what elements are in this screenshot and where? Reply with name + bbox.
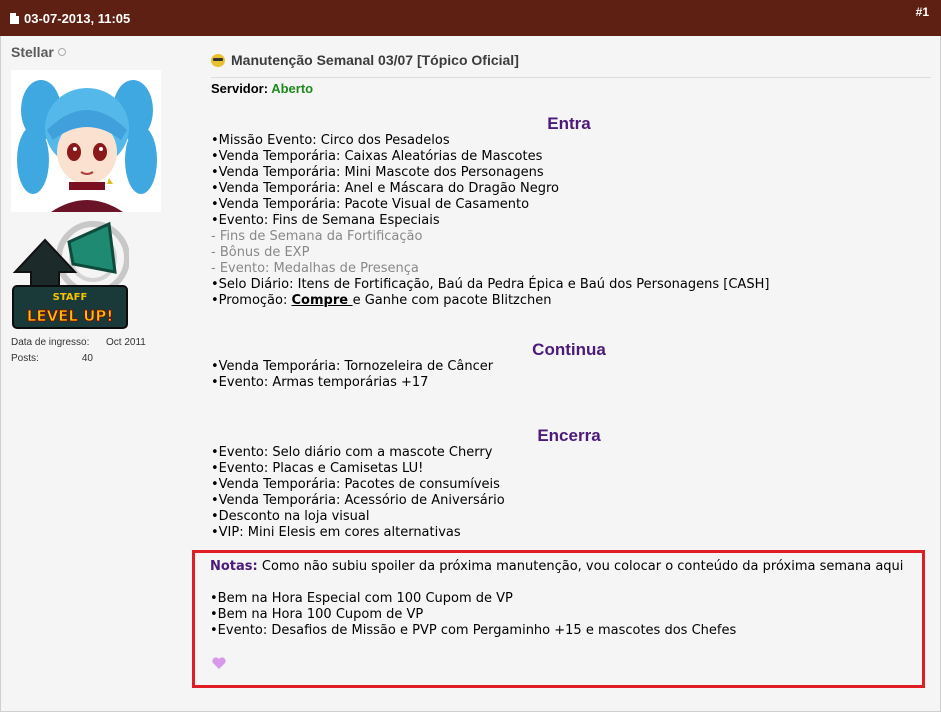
post-title-text: Manutenção Semanal 03/07 [Tópico Oficial…	[231, 52, 519, 68]
list-item: •Venda Temporária: Tornozeleira de Cânce…	[211, 359, 494, 374]
list-item: •Desconto na loja visual	[211, 509, 370, 524]
post-date-text: 03-07-2013, 11:05	[24, 11, 131, 26]
list-item: •Venda Temporária: Acessório de Aniversá…	[211, 493, 505, 508]
list-item: •Venda Temporária: Anel e Máscara do Dra…	[211, 181, 559, 196]
post-header: 03-07-2013, 11:05 #1	[0, 0, 941, 36]
username[interactable]: Stellar	[11, 44, 66, 60]
list-item-promo: •Promoção: Compre e Ganhe com pacote Bli…	[211, 293, 769, 309]
list-item: •VIP: Mini Elesis em cores alternativas	[211, 525, 461, 540]
avatar[interactable]	[11, 70, 161, 212]
list-item: •Evento: Selo diário com a mascote Cherr…	[211, 445, 493, 460]
list-item: •Evento: Desafios de Missão e PVP com Pe…	[210, 623, 737, 638]
notes-label: Notas:	[210, 559, 258, 574]
section-heading-encerra: Encerra	[537, 426, 601, 445]
list-item: •Venda Temporária: Mini Mascote dos Pers…	[211, 165, 544, 180]
title-divider	[211, 77, 931, 78]
join-date-value: Oct 2011	[106, 337, 146, 348]
badge-staff-text: STAFF	[53, 292, 88, 303]
list-subitem: - Bônus de EXP	[211, 245, 310, 260]
staff-rank-badge: STAFF LEVEL UP!	[11, 214, 130, 332]
list-item: •Venda Temporária: Pacote Visual de Casa…	[211, 197, 530, 212]
post-date: 03-07-2013, 11:05	[10, 11, 130, 26]
level-up-badge-image: STAFF LEVEL UP!	[12, 221, 130, 329]
list-item: •Venda Temporária: Pacotes de consumívei…	[211, 477, 500, 492]
user-info: Data de ingresso: Oct 2011 Posts: 40	[11, 337, 146, 369]
section-heading-entra: Entra	[547, 114, 591, 133]
list-item: •Evento: Armas temporárias +17	[211, 375, 429, 390]
list-item: •Evento: Fins de Semana Especiais	[211, 213, 440, 228]
posts-count: 40	[81, 353, 93, 364]
list-item: •Bem na Hora 100 Cupom de VP	[210, 607, 424, 622]
notes-content: Notas: Como não subiu spoiler da próxima…	[210, 559, 903, 639]
document-icon	[10, 13, 19, 24]
username-text[interactable]: Stellar	[11, 44, 54, 60]
compre-link[interactable]: Compre	[292, 293, 353, 308]
notes-highlight-box: Notas: Como não subiu spoiler da próxima…	[192, 550, 925, 688]
badge-levelup-text: LEVEL UP!	[27, 307, 113, 325]
post-title: Manutenção Semanal 03/07 [Tópico Oficial…	[211, 52, 519, 68]
offline-status-icon	[57, 48, 66, 56]
cool-smiley-icon	[211, 53, 225, 67]
server-status: Servidor: Aberto	[211, 81, 313, 96]
continua-list: •Venda Temporária: Tornozeleira de Cânce…	[211, 359, 493, 391]
server-label: Servidor:	[211, 81, 269, 96]
join-date-label: Data de ingresso:	[11, 337, 90, 348]
list-item: •Missão Evento: Circo dos Pesadelos	[211, 133, 450, 148]
posts-label: Posts:	[11, 353, 39, 364]
list-item: •Selo Diário: Itens de Fortificação, Baú…	[211, 277, 770, 292]
user-sidebar: Stellar STAFF LEVEL UP! Data de ingresso…	[1, 36, 191, 711]
list-item: •Bem na Hora Especial com 100 Cupom de V…	[210, 591, 513, 606]
list-subitem: - Evento: Medalhas de Presença	[211, 261, 419, 276]
section-heading-continua: Continua	[532, 340, 606, 359]
promo-prefix: •Promoção:	[211, 293, 292, 308]
list-subitem: - Fins de Semana da Fortificação	[211, 229, 423, 244]
entra-list: •Missão Evento: Circo dos Pesadelos •Ven…	[211, 133, 769, 309]
post-number-link[interactable]: #1	[916, 5, 929, 19]
avatar-image	[11, 70, 161, 212]
notes-intro: Notas: Como não subiu spoiler da próxima…	[210, 559, 903, 575]
list-item: •Venda Temporária: Caixas Aleatórias de …	[211, 149, 543, 164]
server-status-value: Aberto	[271, 81, 314, 96]
promo-suffix: e Ganhe com pacote Blitzchen	[352, 293, 552, 308]
list-item: •Evento: Placas e Camisetas LU!	[211, 461, 424, 476]
notes-text: Como não subiu spoiler da próxima manute…	[257, 559, 904, 574]
encerra-list: •Evento: Selo diário com a mascote Cherr…	[211, 445, 505, 541]
heart-icon	[212, 657, 226, 669]
